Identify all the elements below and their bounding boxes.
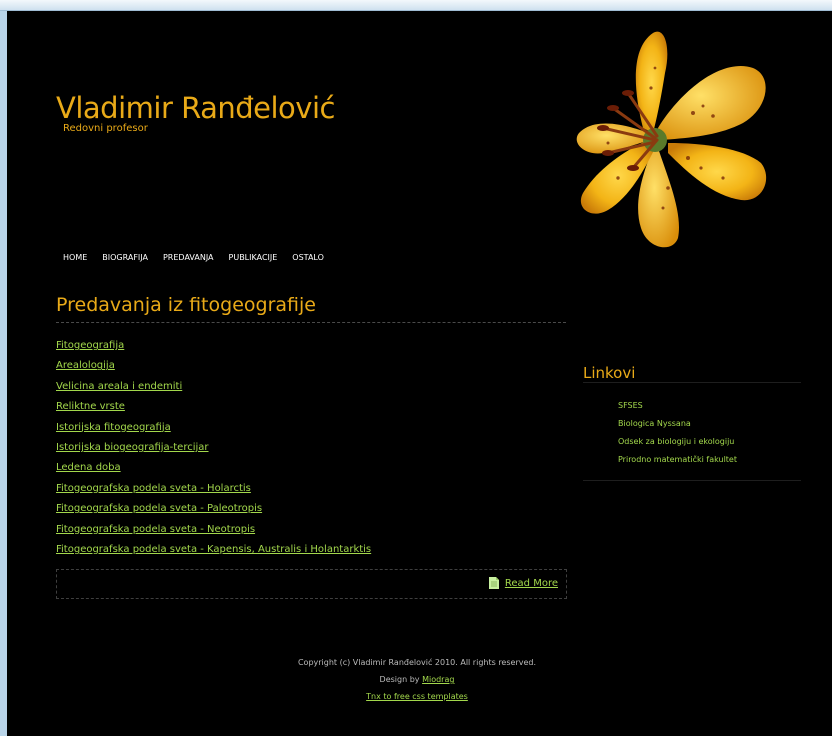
lecture-list: Fitogeografija Arealologija Velicina are… bbox=[56, 335, 371, 559]
free-css-templates-link[interactable]: Tnx to free css templates bbox=[366, 692, 468, 701]
post-title: Predavanja iz fitogeografije bbox=[56, 294, 566, 323]
list-item: Fitogeografska podela sveta - Neotropis bbox=[56, 519, 371, 539]
lecture-link[interactable]: Istorijska biogeografija-tercijar bbox=[56, 442, 209, 453]
list-item: Istorijska fitogeografija bbox=[56, 417, 371, 437]
list-item: Fitogeografska podela sveta - Holarctis bbox=[56, 478, 371, 498]
sidebar-link-sfses[interactable]: SFSES bbox=[618, 401, 643, 410]
nav-biografija[interactable]: BIOGRAFIJA bbox=[102, 253, 148, 262]
lecture-link[interactable]: Fitogeografska podela sveta - Kapensis, … bbox=[56, 544, 371, 555]
list-item: Reliktne vrste bbox=[56, 396, 371, 416]
sidebar-title: Linkovi bbox=[583, 364, 801, 383]
list-item: Istorijska biogeografija-tercijar bbox=[56, 437, 371, 457]
footer: Copyright (c) Vladimir Ranđelović 2010. … bbox=[207, 657, 627, 708]
nav-publikacije[interactable]: PUBLIKACIJE bbox=[229, 253, 278, 262]
lily-flower-image bbox=[576, 31, 767, 248]
lecture-link[interactable]: Reliktne vrste bbox=[56, 401, 125, 412]
list-item: Arealologija bbox=[56, 355, 371, 375]
lecture-link[interactable]: Fitogeografska podela sveta - Holarctis bbox=[56, 483, 251, 494]
list-item: Prirodno matematički fakultet bbox=[618, 451, 737, 469]
sidebar-link-pmf[interactable]: Prirodno matematički fakultet bbox=[618, 455, 737, 464]
footer-thanks: Tnx to free css templates bbox=[207, 691, 627, 708]
nav-ostalo[interactable]: OSTALO bbox=[292, 253, 324, 262]
nav-predavanja[interactable]: PREDAVANJA bbox=[163, 253, 214, 262]
list-item: Fitogeografska podela sveta - Kapensis, … bbox=[56, 539, 371, 559]
list-item: Ledena doba bbox=[56, 457, 371, 477]
design-by-label: Design by bbox=[379, 675, 420, 684]
sidebar-divider bbox=[583, 480, 801, 481]
lecture-link[interactable]: Istorijska fitogeografija bbox=[56, 422, 171, 433]
list-item: Odsek za biologiju i ekologiju bbox=[618, 433, 737, 451]
site-subtitle: Redovni profesor bbox=[63, 123, 148, 134]
main-nav: HOME BIOGRAFIJA PREDAVANJA PUBLIKACIJE O… bbox=[63, 253, 339, 262]
list-item: SFSES bbox=[618, 397, 737, 415]
sidebar-link-odsek[interactable]: Odsek za biologiju i ekologiju bbox=[618, 437, 734, 446]
lecture-link[interactable]: Fitogeografska podela sveta - Paleotropi… bbox=[56, 503, 262, 514]
sidebar-link-biologica[interactable]: Biologica Nyssana bbox=[618, 419, 691, 428]
lecture-link[interactable]: Fitogeografija bbox=[56, 340, 124, 351]
lecture-link[interactable]: Ledena doba bbox=[56, 462, 121, 473]
footer-copyright: Copyright (c) Vladimir Ranđelović 2010. … bbox=[297, 658, 537, 667]
list-item: Fitogeografija bbox=[56, 335, 371, 355]
lecture-link[interactable]: Velicina areala i endemiti bbox=[56, 381, 182, 392]
read-more: Read More bbox=[488, 577, 558, 589]
list-item: Biologica Nyssana bbox=[618, 415, 737, 433]
list-item: Velicina areala i endemiti bbox=[56, 376, 371, 396]
read-more-link[interactable]: Read More bbox=[505, 578, 558, 589]
sidebar-links: SFSES Biologica Nyssana Odsek za biologi… bbox=[618, 397, 737, 469]
lecture-link[interactable]: Arealologija bbox=[56, 360, 115, 371]
site-title: Vladimir Ranđelović bbox=[56, 91, 335, 125]
page-container: Vladimir Ranđelović Redovni profesor HOM… bbox=[7, 11, 832, 736]
nav-home[interactable]: HOME bbox=[63, 253, 87, 262]
browser-top-edge bbox=[0, 0, 832, 11]
footer-design: Design by Miodrag bbox=[207, 674, 627, 691]
lecture-link[interactable]: Fitogeografska podela sveta - Neotropis bbox=[56, 524, 255, 535]
designer-link[interactable]: Miodrag bbox=[422, 675, 454, 684]
document-icon bbox=[488, 577, 499, 589]
post-meta-box: Read More bbox=[56, 569, 567, 599]
list-item: Fitogeografska podela sveta - Paleotropi… bbox=[56, 498, 371, 518]
